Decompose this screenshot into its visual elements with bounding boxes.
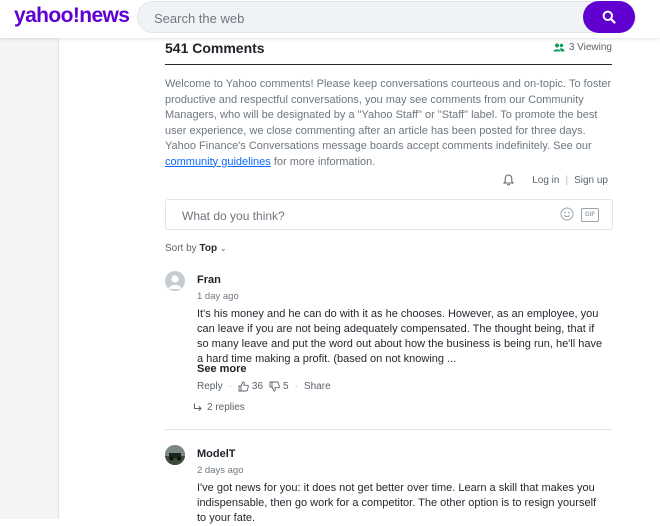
auth-separator: | [565, 174, 569, 186]
downvote-count: 5 [283, 381, 289, 392]
user-photo-icon [165, 445, 185, 465]
welcome-text-end: for more information. [273, 155, 376, 168]
search-input[interactable] [152, 8, 576, 28]
gif-button[interactable]: GIF [581, 208, 599, 222]
downvote-button[interactable]: 5 [269, 381, 289, 392]
thumbs-up-icon [238, 381, 249, 392]
yahoo-news-logo[interactable]: yahoo!news [14, 4, 130, 28]
reply-arrow-icon [194, 403, 202, 412]
comment-item: Fran 1 day ago It's his money and he can… [165, 271, 613, 421]
comment-divider [165, 429, 612, 430]
comment-body: It's his money and he can do with it as … [197, 308, 603, 365]
welcome-text: Welcome to Yahoo comments! Please keep c… [165, 78, 612, 152]
default-avatar-icon [168, 275, 182, 289]
header-divider [165, 64, 612, 65]
sort-value[interactable]: Top [199, 243, 217, 254]
left-gutter [0, 38, 59, 519]
users-icon [553, 43, 565, 52]
comment-author[interactable]: ModelT [197, 448, 236, 460]
replies-toggle[interactable]: 2 replies [193, 402, 245, 413]
thumbs-down-icon [269, 381, 280, 392]
comment-body: I've got news for you: it does not get b… [197, 482, 597, 524]
bell-icon[interactable] [503, 174, 515, 186]
search-icon [602, 10, 616, 24]
comment-author[interactable]: Fran [197, 274, 221, 286]
upvote-count: 36 [251, 381, 264, 392]
top-header: yahoo!news [0, 0, 660, 38]
comment-input[interactable] [180, 207, 544, 225]
reply-button[interactable]: Reply [197, 381, 223, 392]
replies-count: 2 replies [207, 402, 245, 413]
comment-timestamp: 1 day ago [197, 291, 239, 302]
community-guidelines-link[interactable]: community guidelines [165, 156, 271, 168]
avatar [165, 271, 185, 291]
upvote-button[interactable]: 36 [238, 381, 263, 392]
signup-link[interactable]: Sign up [574, 175, 608, 186]
sort-control[interactable]: Sort by Top ⌄ [165, 243, 227, 254]
comment-timestamp: 2 days ago [197, 465, 244, 476]
sort-label: Sort by [165, 243, 197, 254]
auth-links: Log in | Sign up [503, 174, 608, 186]
chevron-down-icon: ⌄ [219, 244, 227, 253]
comment-item: ModelT 2 days ago I've got news for you:… [165, 445, 613, 524]
share-button[interactable]: Share [304, 381, 331, 392]
comments-count: 541 Comments [165, 40, 265, 56]
separator-dot: · [228, 381, 232, 392]
see-more-link[interactable]: See more [197, 363, 247, 375]
login-link[interactable]: Log in [532, 175, 559, 186]
separator-dot: · [294, 381, 298, 392]
avatar [165, 445, 185, 465]
viewing-indicator: 3 Viewing [553, 42, 612, 53]
comment-actions: Reply · 36 5 · Share [197, 381, 331, 392]
search-button[interactable] [583, 1, 635, 33]
comment-composer: GIF [165, 199, 613, 230]
welcome-message: Welcome to Yahoo comments! Please keep c… [165, 77, 613, 170]
search-bar [137, 1, 636, 33]
viewing-count: 3 Viewing [568, 42, 612, 53]
emoji-icon[interactable] [560, 207, 574, 221]
